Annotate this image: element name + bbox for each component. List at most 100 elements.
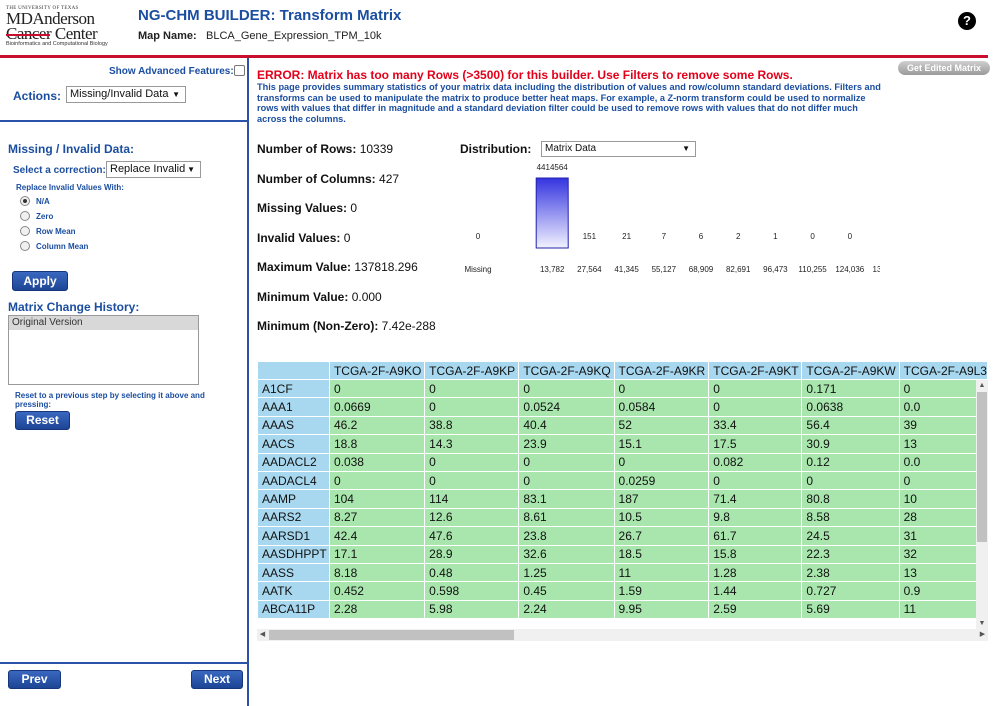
horizontal-scrollbar[interactable]: ◀ ▶ — [257, 629, 988, 641]
data-cell: 30.9 — [801, 434, 900, 454]
row-header-cell: AASDHPPT — [257, 544, 330, 564]
data-cell: 0 — [328, 378, 426, 399]
radio-button[interactable] — [20, 211, 30, 221]
histogram-value-label: 0 — [848, 232, 853, 241]
data-cell: 1.28 — [708, 562, 803, 583]
show-advanced-label: Show Advanced Features: — [109, 66, 234, 77]
vertical-scrollbar[interactable]: ▲ ▼ — [976, 380, 988, 629]
table-row: AADACL2 0.038 0 0 0 0.082 0.12 0.0 — [257, 452, 988, 472]
data-cell: 33.4 — [708, 415, 803, 436]
history-item[interactable]: Original Version — [9, 316, 198, 330]
table-row: AATK 0.452 0.598 0.45 1.59 1.44 0.727 0.9 — [257, 581, 988, 601]
history-list[interactable]: Original Version — [8, 315, 199, 385]
correction-label: Select a correction: — [13, 165, 106, 176]
distribution-select[interactable]: Matrix Data ▼ — [541, 141, 696, 157]
data-cell: 17.1 — [328, 544, 426, 564]
map-name-label: Map Name: — [138, 30, 197, 42]
logo-line3: Cancer Center — [6, 24, 98, 43]
radio-button[interactable] — [20, 241, 30, 251]
data-cell: 32.6 — [518, 544, 615, 564]
data-cell: 0 — [328, 470, 426, 491]
scroll-down-icon[interactable]: ▼ — [976, 618, 988, 629]
replace-with-label: Replace Invalid Values With: — [16, 183, 124, 192]
scroll-up-icon[interactable]: ▲ — [976, 380, 988, 391]
data-cell: 0 — [424, 397, 520, 417]
table-row: AASS 8.18 0.48 1.25 11 1.28 2.38 13 — [257, 562, 988, 583]
histogram-value-label: 1 — [773, 232, 778, 241]
data-cell: 0.0 — [898, 452, 988, 472]
chevron-down-icon: ▼ — [187, 165, 195, 174]
scroll-right-icon[interactable]: ▶ — [977, 629, 988, 641]
row-header-cell: AAMP — [257, 489, 330, 509]
data-cell: 2.59 — [708, 599, 803, 620]
actions-select[interactable]: Missing/Invalid Data ▼ — [66, 86, 186, 103]
data-cell: 8.58 — [801, 507, 900, 528]
table-row: AACS 18.8 14.3 23.9 15.1 17.5 30.9 13 — [257, 434, 988, 454]
map-name-value: BLCA_Gene_Expression_TPM_10k — [206, 30, 382, 42]
apply-button[interactable]: Apply — [12, 271, 68, 291]
horizontal-scroll-thumb[interactable] — [269, 630, 514, 640]
table-row: AASDHPPT 17.1 28.9 32.6 18.5 15.8 22.3 32 — [257, 544, 988, 564]
show-advanced-checkbox[interactable] — [234, 65, 245, 76]
data-cell: 187 — [613, 489, 710, 509]
data-cell: 32 — [898, 544, 988, 564]
matrix-table-viewport: TCGA-2F-A9KO TCGA-2F-A9KP TCGA-2F-A9KQ TCGA… — [257, 361, 988, 642]
vertical-scroll-thumb[interactable] — [977, 392, 987, 542]
data-cell: 12.6 — [424, 507, 520, 528]
data-cell: 5.98 — [424, 599, 520, 620]
data-cell: 0 — [708, 378, 803, 399]
get-edited-matrix-button[interactable]: Get Edited Matrix — [898, 61, 990, 75]
table-corner-cell — [257, 361, 330, 380]
data-cell: 0.082 — [708, 452, 803, 472]
data-cell: 0.45 — [518, 581, 615, 601]
radio-button[interactable] — [20, 226, 30, 236]
row-header-cell: AASS — [257, 562, 330, 583]
column-header: TCGA-2F-A9KO — [328, 361, 426, 380]
data-cell: 0.0 — [898, 397, 988, 417]
help-icon[interactable]: ? — [958, 12, 976, 30]
histogram-bar — [535, 177, 569, 249]
data-cell: 38.8 — [424, 415, 520, 436]
row-header-cell: AADACL4 — [257, 470, 330, 491]
histogram-category-label: 55,127 — [652, 265, 677, 274]
histogram-category-label: 68,909 — [689, 265, 714, 274]
radio-label: N/A — [36, 197, 50, 206]
data-cell: 28.9 — [424, 544, 520, 564]
data-cell: 9.95 — [613, 599, 710, 620]
stat-min: Minimum Value: 0.000 — [257, 290, 382, 304]
table-row: AADACL4 0 0 0 0.0259 0 0 0 — [257, 470, 988, 491]
distribution-label: Distribution: — [460, 142, 532, 156]
data-cell: 8.27 — [328, 507, 426, 528]
radio-button[interactable] — [20, 196, 30, 206]
data-cell: 22.3 — [801, 544, 900, 564]
data-cell: 0 — [613, 378, 710, 399]
data-cell: 46.2 — [328, 415, 426, 436]
next-button[interactable]: Next — [191, 670, 243, 689]
histogram-value-label: 0 — [476, 232, 481, 241]
data-cell: 8.18 — [328, 562, 426, 583]
correction-select-value: Replace Invalid — [110, 163, 186, 175]
data-cell: 0.0669 — [328, 397, 426, 417]
data-cell: 0 — [424, 470, 520, 491]
data-cell: 0 — [898, 378, 988, 399]
data-cell: 31 — [898, 526, 988, 546]
scroll-left-icon[interactable]: ◀ — [257, 629, 268, 641]
distribution-select-value: Matrix Data — [545, 143, 597, 154]
data-cell: 0 — [801, 470, 900, 491]
actions-label: Actions: — [13, 89, 61, 103]
distribution-histogram: 0Missing441456413,78215127,5642141,34575… — [464, 163, 880, 274]
reset-button[interactable]: Reset — [15, 411, 70, 430]
column-header: TCGA-2F-A9KR — [613, 361, 710, 380]
prev-button[interactable]: Prev — [8, 670, 61, 689]
histogram-category-label: 41,345 — [614, 265, 639, 274]
histogram-category-label: 13,782 — [540, 265, 565, 274]
data-cell: 18.8 — [328, 434, 426, 454]
data-cell: 14.3 — [424, 434, 520, 454]
row-header-cell: ABCA11P — [257, 599, 330, 620]
correction-select[interactable]: Replace Invalid ▼ — [106, 161, 201, 178]
histogram-category-label: Missing — [464, 265, 491, 274]
stat-invalid: Invalid Values: 0 — [257, 231, 351, 245]
data-cell: 0.9 — [898, 581, 988, 601]
data-cell: 61.7 — [708, 526, 803, 546]
data-cell: 28 — [898, 507, 988, 528]
